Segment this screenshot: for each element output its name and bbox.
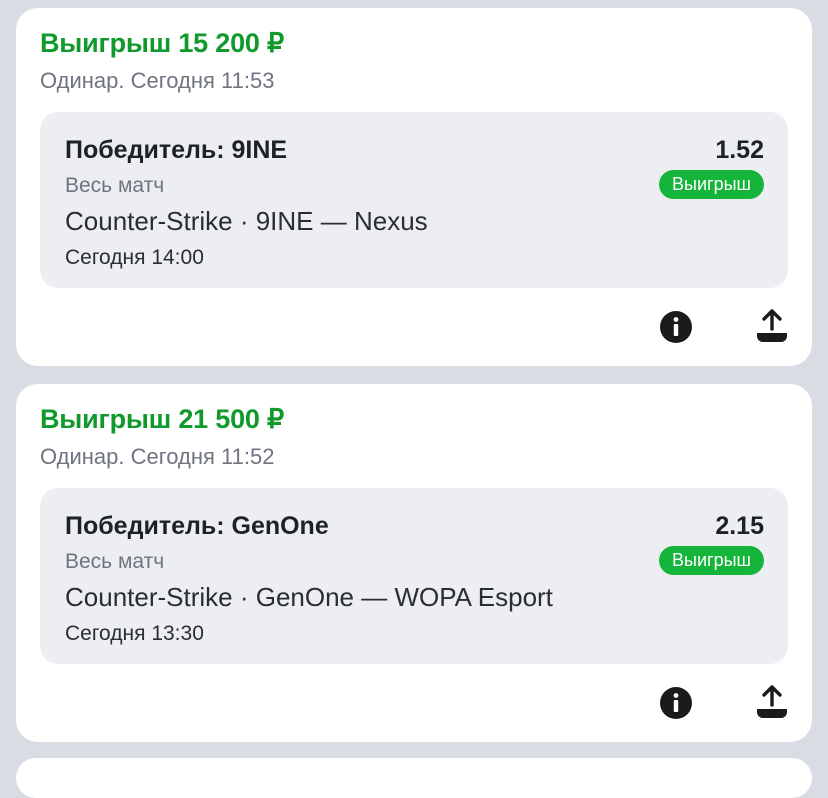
market-period: Весь матч [65,550,165,573]
event-time: Сегодня 13:30 [65,622,204,645]
market-period: Весь матч [65,174,165,197]
share-icon[interactable] [755,684,789,720]
odds-value: 2.15 [715,512,764,540]
win-amount: Выигрыш 21 500 ₽ [40,404,285,434]
info-icon[interactable] [659,686,693,720]
status-badge: Выигрыш [659,170,764,199]
share-icon[interactable] [755,308,789,344]
odds-value: 1.52 [715,136,764,164]
bet-meta: Одинар. Сегодня 11:52 [40,444,275,469]
info-icon[interactable] [659,310,693,344]
bet-card[interactable]: Выигрыш 21 500 ₽ Одинар. Сегодня 11:52 П… [16,384,812,742]
bet-details[interactable]: Победитель: GenOne 2.15 Весь матч Выигры… [40,488,788,664]
market-name: Победитель: 9INE [65,136,288,164]
bet-meta: Одинар. Сегодня 11:53 [40,68,275,93]
event-name: Counter-Strike · 9INE — Nexus [65,206,428,236]
event-name: Counter-Strike · GenOne — WOPA Esport [65,582,553,612]
event-time: Сегодня 14:00 [65,246,204,269]
market-name: Победитель: GenOne [65,512,329,540]
status-badge: Выигрыш [659,546,764,575]
bet-details[interactable]: Победитель: 9INE 1.52 Весь матч Выигрыш … [40,112,788,288]
bet-card[interactable]: Выигрыш 15 200 ₽ Одинар. Сегодня 11:53 П… [16,8,812,366]
win-amount: Выигрыш 15 200 ₽ [40,28,285,58]
bet-card-partial[interactable] [16,758,812,798]
